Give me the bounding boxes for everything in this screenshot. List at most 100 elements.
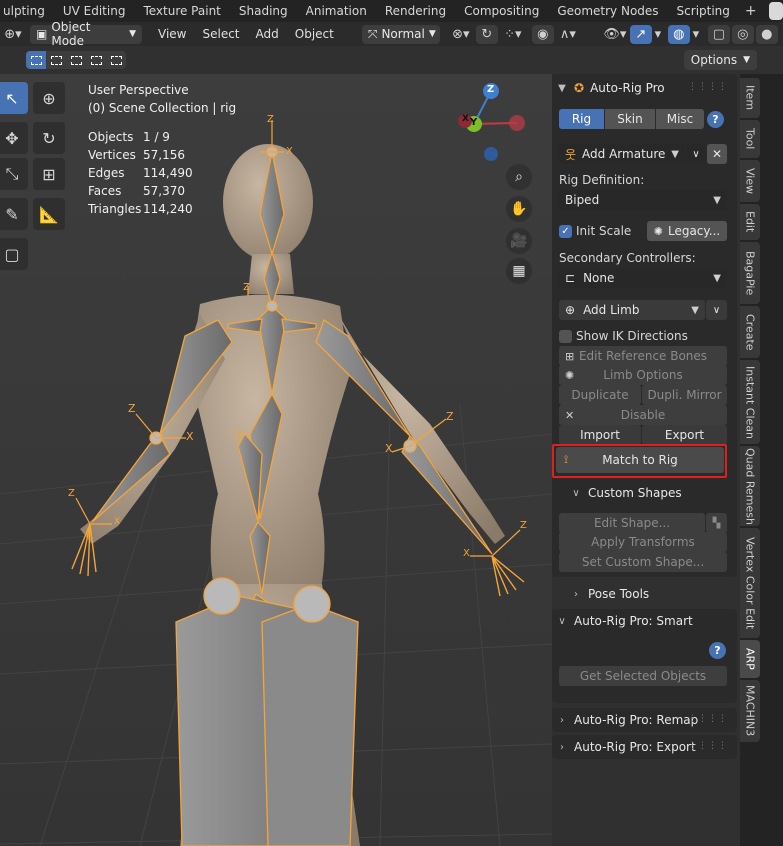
annotate-tool-icon[interactable]: ✎	[0, 198, 28, 230]
side-tab-vertex-color-edit[interactable]: Vertex Color Edit	[740, 528, 760, 638]
apply-transforms-button[interactable]: Apply Transforms	[559, 532, 727, 552]
mode-dropdown[interactable]: ▣ Object Mode ▼	[30, 20, 142, 48]
overlay-dropdown-icon[interactable]: ▾	[690, 25, 702, 44]
camera-icon[interactable]: 🎥	[506, 228, 532, 254]
gizmo-dropdown-icon[interactable]: ▾	[652, 25, 664, 44]
import-button[interactable]: Import	[559, 425, 641, 445]
side-tab-item[interactable]: Item	[740, 78, 760, 118]
show-ik-directions-checkbox[interactable]	[559, 330, 572, 343]
panel-header-auto-rig-pro[interactable]: ▼ ✪ Auto-Rig Pro	[556, 76, 664, 100]
dupli-mirror-button[interactable]: Dupli. Mirror	[642, 385, 727, 405]
drag-grip-icon[interactable]: ⋮⋮⋮⋮	[688, 714, 728, 724]
init-scale-checkbox[interactable]: ✓	[559, 225, 572, 238]
pan-hand-icon[interactable]: ✋	[506, 196, 532, 222]
workspace-tab-geometry-nodes[interactable]: Geometry Nodes	[548, 0, 667, 22]
gizmo-toggle-icon[interactable]: ↗	[629, 24, 652, 44]
pivot-icon[interactable]: ⊗▾	[446, 25, 476, 44]
chevron-down-icon: ▼	[129, 29, 136, 39]
get-selected-objects-button[interactable]: Get Selected Objects	[559, 666, 727, 686]
select-box-tool-icon[interactable]: ↖	[0, 82, 28, 114]
workspace-tab-animation[interactable]: Animation	[297, 0, 376, 22]
workspace-tab-texture-paint[interactable]: Texture Paint	[134, 0, 229, 22]
snap-target-icon[interactable]: ⁘▾	[498, 25, 528, 44]
cursor-tool-icon[interactable]: ⊕▾	[0, 25, 26, 44]
help-icon[interactable]: ?	[709, 642, 726, 659]
disable-button[interactable]: ✕ Disable	[559, 405, 727, 425]
panel-header-smart[interactable]: ∨ Auto-Rig Pro: Smart	[556, 609, 692, 633]
wireframe-shading-icon[interactable]: ◎	[731, 24, 754, 44]
secondary-controllers-dropdown[interactable]: ⊏ None ▼	[559, 268, 727, 288]
drag-grip-icon[interactable]: ⋮⋮⋮⋮	[688, 82, 728, 92]
zoom-icon[interactable]: ⌕	[506, 164, 532, 190]
rig-definition-dropdown[interactable]: Biped ▼	[559, 190, 727, 210]
visibility-icon[interactable]: 👁▾	[600, 25, 630, 44]
export-button[interactable]: Export	[642, 425, 727, 445]
add-cube-tool-icon[interactable]: ▢	[0, 238, 28, 270]
select-invert-icon[interactable]	[86, 51, 106, 69]
proportional-edit-icon[interactable]: ◉	[531, 24, 554, 44]
edit-shape-extra-button[interactable]: ▚	[706, 513, 727, 533]
panel-header-export[interactable]: › Auto-Rig Pro: Export	[556, 735, 696, 759]
menu-select[interactable]: Select	[194, 27, 247, 41]
solid-shading-icon[interactable]: ●	[755, 24, 778, 44]
menu-add[interactable]: Add	[248, 27, 287, 41]
legacy-button[interactable]: ✺ Legacy...	[647, 221, 727, 241]
remove-armature-button[interactable]: ✕	[707, 144, 727, 164]
xray-icon[interactable]: ▢	[707, 24, 730, 44]
limb-menu-button[interactable]: ∨	[706, 300, 727, 320]
side-tab-edit[interactable]: Edit	[740, 204, 760, 240]
workspace-tab-rendering[interactable]: Rendering	[376, 0, 455, 22]
armature-menu-button[interactable]: ∨	[686, 144, 706, 164]
select-new-icon[interactable]	[26, 51, 46, 69]
panel-header-remap[interactable]: › Auto-Rig Pro: Remap	[556, 708, 698, 732]
transform-orientation-dropdown[interactable]: ⤧ Normal ▼	[361, 24, 440, 44]
tab-misc[interactable]: Misc	[656, 109, 704, 129]
workspace-tab-compositing[interactable]: Compositing	[455, 0, 548, 22]
snap-icon[interactable]: ↻	[475, 24, 498, 44]
select-extend-icon[interactable]	[46, 51, 66, 69]
side-tab-quad-remesh[interactable]: Quad Remesh	[740, 446, 760, 526]
falloff-icon[interactable]: ∧▾	[554, 25, 582, 44]
add-workspace-icon[interactable]: +	[739, 3, 763, 19]
add-limb-dropdown[interactable]: ⊕ Add Limb ▼	[559, 300, 705, 320]
workspace-tab-shading[interactable]: Shading	[230, 0, 297, 22]
menu-view[interactable]: View	[150, 27, 194, 41]
add-armature-dropdown[interactable]: 웃 Add Armature ▼	[559, 144, 685, 164]
edit-shape-button[interactable]: Edit Shape...	[559, 513, 705, 533]
workspace-tab-sculpting[interactable]: ulpting	[0, 0, 54, 22]
duplicate-button[interactable]: Duplicate	[559, 385, 641, 405]
select-intersect-icon[interactable]	[106, 51, 126, 69]
workspace-tab-uv-editing[interactable]: UV Editing	[54, 0, 135, 22]
subpanel-custom-shapes[interactable]: ∨ Custom Shapes	[570, 481, 681, 505]
drag-grip-icon[interactable]: ⋮⋮⋮⋮	[688, 741, 728, 751]
scene-icon[interactable]	[768, 2, 783, 20]
side-tab-view[interactable]: View	[740, 160, 760, 202]
side-tab-instant-clean[interactable]: Instant Clean	[740, 360, 760, 444]
edit-reference-bones-button[interactable]: ⊞ Edit Reference Bones	[559, 346, 727, 366]
set-custom-shape-button[interactable]: Set Custom Shape...	[559, 552, 727, 572]
side-tab-machin3[interactable]: MACHIN3	[740, 680, 760, 742]
measure-tool-icon[interactable]: 📐	[33, 198, 65, 230]
side-tab-bagapie[interactable]: BagaPie	[740, 242, 760, 304]
tab-rig[interactable]: Rig	[559, 109, 604, 129]
limb-options-button[interactable]: ✺ Limb Options	[559, 365, 727, 385]
perspective-grid-icon[interactable]: ▦	[506, 258, 532, 284]
options-dropdown[interactable]: Options ▼	[683, 50, 757, 70]
help-icon[interactable]: ?	[707, 111, 724, 128]
tab-skin[interactable]: Skin	[605, 109, 655, 129]
3d-viewport[interactable]: Z X Z X Z X Z X Z X Z X Z Y X User Persp…	[0, 74, 552, 846]
workspace-tab-scripting[interactable]: Scripting	[668, 0, 739, 22]
scale-tool-icon[interactable]: ⤡	[0, 158, 28, 190]
cursor-tool-icon[interactable]: ⊕	[33, 82, 65, 114]
side-tab-tool[interactable]: Tool	[740, 120, 760, 158]
show-ik-directions-label: Show IK Directions	[576, 329, 688, 343]
transform-tool-icon[interactable]: ⊞	[33, 158, 65, 190]
select-subtract-icon[interactable]	[66, 51, 86, 69]
overlay-toggle-icon[interactable]: ◍	[667, 24, 690, 44]
side-tab-arp[interactable]: ARP	[740, 640, 760, 678]
subpanel-pose-tools[interactable]: › Pose Tools	[570, 582, 649, 606]
menu-object[interactable]: Object	[287, 27, 342, 41]
side-tab-create[interactable]: Create	[740, 306, 760, 358]
rotate-tool-icon[interactable]: ↻	[33, 122, 65, 154]
move-tool-icon[interactable]: ✥	[0, 122, 28, 154]
